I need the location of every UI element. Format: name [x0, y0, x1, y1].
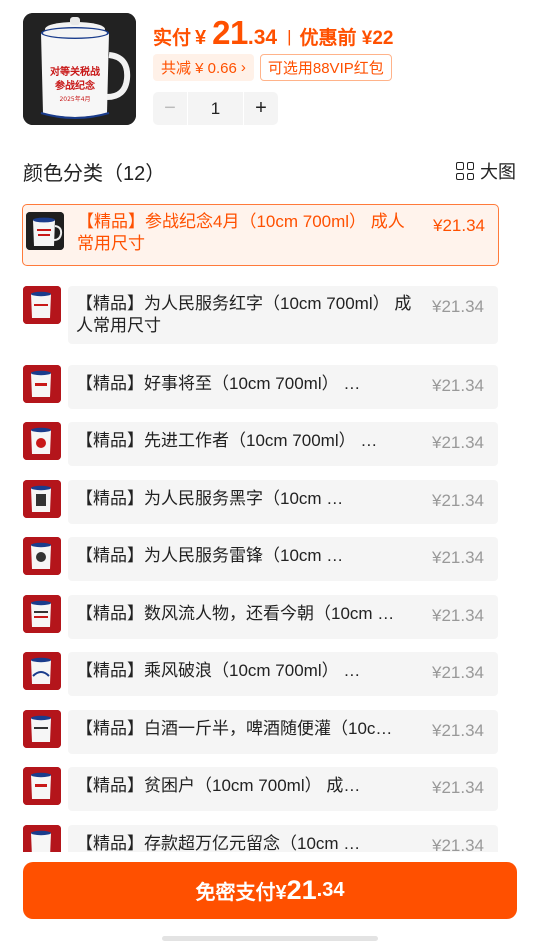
variant-thumbnail [26, 212, 64, 250]
variant-price: ¥21.34 [432, 663, 484, 682]
variant-item-selected[interactable]: 【精品】参战纪念4月（10cm 700ml） 成人常用尺寸 ¥21.34 [22, 204, 499, 266]
product-header: 对等关税战 参战纪念 2025年4月 实付 ¥ 21 .34 | 优惠前 ¥22… [0, 0, 540, 140]
price-decimal: .34 [247, 26, 278, 49]
variant-item[interactable]: 【精品】好事将至（10cm 700ml） … ¥21.34 [23, 365, 498, 409]
pay-button[interactable]: 免密支付¥ 21 .34 [23, 862, 517, 919]
variant-price: ¥21.34 [432, 836, 484, 852]
mug-text-2: 参战纪念 [55, 79, 95, 92]
mug-thumbnail-icon [23, 825, 61, 852]
variant-label: 【精品】先进工作者（10cm 700ml） … [76, 431, 378, 450]
quantity-value[interactable]: 1 [188, 92, 243, 125]
variant-price: ¥21.34 [432, 721, 484, 740]
mug-thumbnail-icon [23, 595, 61, 633]
variant-thumbnail [23, 825, 61, 852]
chevron-right-icon: › [240, 59, 246, 76]
variant-label: 【精品】好事将至（10cm 700ml） … [76, 374, 361, 393]
color-section-header: 颜色分类（12） 大图 [23, 157, 516, 185]
quantity-stepper: − 1 + [153, 92, 278, 125]
variant-label: 【精品】为人民服务黑字（10cm … [76, 489, 344, 508]
variant-label: 【精品】参战纪念4月（10cm 700ml） 成人常用尺寸 [77, 212, 405, 253]
mug-thumbnail-icon [23, 767, 61, 805]
variant-item[interactable]: 【精品】先进工作者（10cm 700ml） … ¥21.34 [23, 422, 498, 466]
variant-item[interactable]: 【精品】为人民服务红字（10cm 700ml） 成人常用尺寸 ¥21.34 [23, 286, 498, 344]
variant-thumbnail [23, 595, 61, 633]
actual-pay-label: 实付 [153, 28, 192, 49]
variant-item[interactable]: 【精品】白酒一斤半，啤酒随便灌（10c… ¥21.34 [23, 710, 498, 754]
mug-thumbnail-icon [23, 652, 61, 690]
variant-thumbnail [23, 480, 61, 518]
variant-price: ¥21.34 [432, 297, 484, 316]
price-line: 实付 ¥ 21 .34 | 优惠前 ¥22 [153, 14, 393, 52]
decrease-button[interactable]: − [153, 92, 187, 125]
large-view-toggle[interactable]: 大图 [456, 158, 516, 184]
price-separator: | [287, 27, 292, 46]
mug-thumbnail-icon [23, 422, 61, 460]
currency-symbol: ¥ [195, 27, 207, 49]
variant-thumbnail [23, 286, 61, 324]
pay-label: 免密支付¥ [195, 882, 287, 904]
section-title: 颜色分类（12） [23, 162, 166, 185]
variant-thumbnail [23, 710, 61, 748]
variant-label: 【精品】数风流人物，还看今朝（10cm … [76, 604, 395, 623]
mug-thumbnail-icon [26, 212, 64, 250]
variant-price: ¥21.34 [432, 491, 484, 510]
variant-thumbnail [23, 767, 61, 805]
mug-thumbnail-icon [23, 365, 61, 403]
home-indicator [162, 936, 378, 941]
mug-thumbnail-icon [23, 480, 61, 518]
view-toggle-label: 大图 [480, 162, 516, 182]
variant-item[interactable]: 【精品】数风流人物，还看今朝（10cm … ¥21.34 [23, 595, 498, 639]
mug-text-3: 2025年4月 [59, 95, 90, 103]
variant-label: 【精品】为人民服务红字（10cm 700ml） 成人常用尺寸 [76, 294, 412, 335]
variant-thumbnail [23, 422, 61, 460]
variant-list: 【精品】参战纪念4月（10cm 700ml） 成人常用尺寸 ¥21.34 【精品… [0, 200, 540, 852]
pay-amount-integer: 21 [286, 875, 317, 905]
variant-item[interactable]: 【精品】贫困户（10cm 700ml） 成… ¥21.34 [23, 767, 498, 811]
variant-label: 【精品】白酒一斤半，啤酒随便灌（10c… [76, 719, 393, 738]
variant-item[interactable]: 【精品】为人民服务黑字（10cm … ¥21.34 [23, 480, 498, 524]
variant-price: ¥21.34 [432, 778, 484, 797]
discount-text: 共减 ¥ 0.66 [161, 60, 237, 77]
mug-thumbnail-icon [23, 286, 61, 324]
variant-item[interactable]: 【精品】乘风破浪（10cm 700ml） … ¥21.34 [23, 652, 498, 696]
pay-amount-decimal: .34 [316, 879, 345, 901]
mug-text-1: 对等关税战 [50, 65, 100, 78]
variant-price: ¥21.34 [432, 606, 484, 625]
increase-button[interactable]: + [244, 92, 278, 125]
variant-thumbnail [23, 537, 61, 575]
variant-label: 【精品】存款超万亿元留念（10cm … [76, 834, 361, 852]
mug-illustration: 对等关税战 参战纪念 2025年4月 [23, 13, 136, 125]
variant-item[interactable]: 【精品】存款超万亿元留念（10cm … ¥21.34 [23, 825, 498, 852]
product-image[interactable]: 对等关税战 参战纪念 2025年4月 [23, 13, 136, 125]
variant-label: 【精品】乘风破浪（10cm 700ml） … [76, 661, 361, 680]
grid-icon [456, 162, 474, 180]
mug-thumbnail-icon [23, 537, 61, 575]
variant-item[interactable]: 【精品】为人民服务雷锋（10cm … ¥21.34 [23, 537, 498, 581]
variant-thumbnail [23, 365, 61, 403]
variant-thumbnail [23, 652, 61, 690]
variant-label: 【精品】为人民服务雷锋（10cm … [76, 546, 344, 565]
variant-price: ¥21.34 [432, 433, 484, 452]
variant-price: ¥21.34 [433, 216, 485, 235]
variant-price: ¥21.34 [432, 548, 484, 567]
promo-tags: 共减 ¥ 0.66 › 可选用88VIP红包 [153, 54, 392, 81]
original-price: 优惠前 ¥22 [299, 28, 394, 49]
variant-label: 【精品】贫困户（10cm 700ml） 成… [76, 776, 361, 795]
mug-thumbnail-icon [23, 710, 61, 748]
variant-price: ¥21.34 [432, 376, 484, 395]
vip-coupon-tag[interactable]: 可选用88VIP红包 [259, 54, 392, 81]
price-integer: 21 [212, 14, 248, 51]
discount-tag[interactable]: 共减 ¥ 0.66 › [153, 54, 254, 81]
